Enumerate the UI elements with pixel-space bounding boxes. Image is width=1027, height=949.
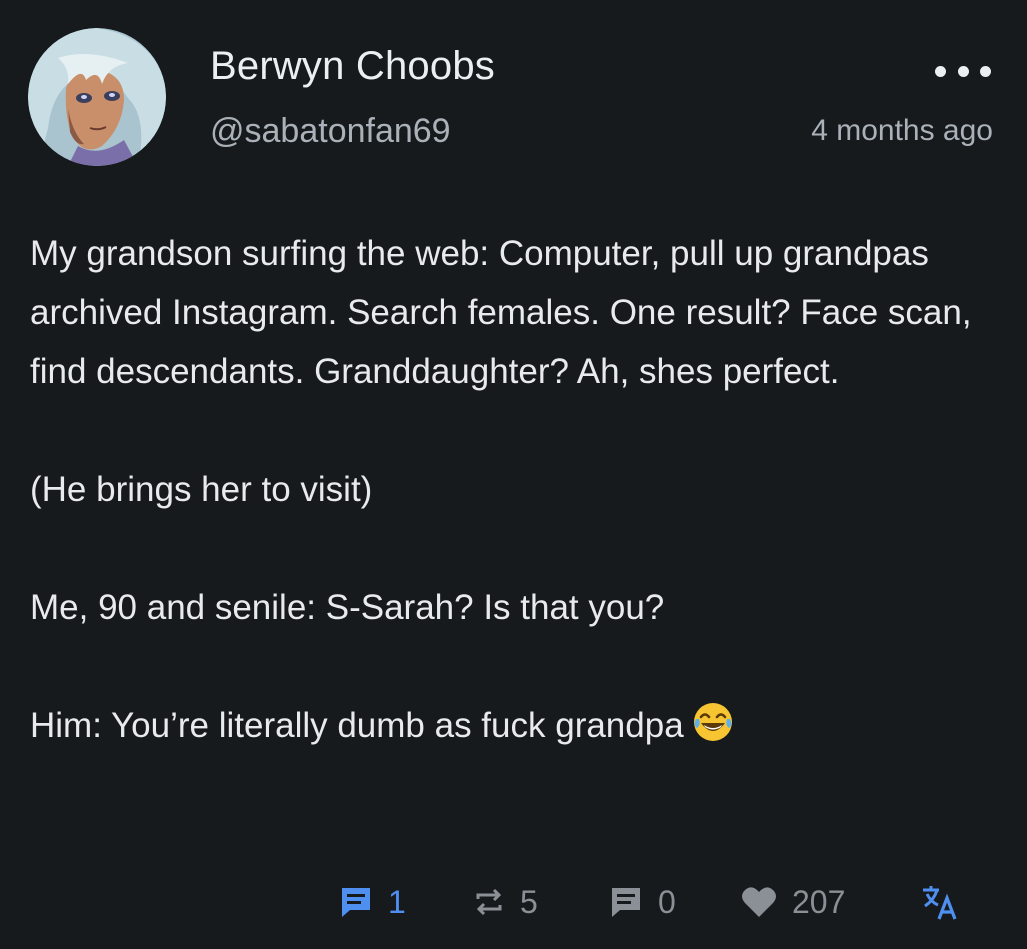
like-button[interactable]: 207 bbox=[740, 878, 845, 926]
quote-count: 0 bbox=[658, 883, 676, 920]
more-horizontal-icon bbox=[935, 65, 946, 77]
message-icon bbox=[612, 888, 640, 917]
post-body: My grandson surfing the web: Computer, p… bbox=[30, 224, 1000, 761]
post-paragraph: (He brings her to visit) bbox=[30, 470, 373, 509]
translate-button[interactable] bbox=[920, 878, 960, 926]
author-handle[interactable]: @sabatonfan69 bbox=[210, 112, 451, 151]
post-paragraph-last: Him: You’re literally dumb as fuck grand… bbox=[30, 696, 1000, 761]
post-paragraph-text: Him: You’re literally dumb as fuck grand… bbox=[30, 706, 684, 745]
post-paragraph: Me, 90 and senile: S-Sarah? Is that you? bbox=[30, 588, 665, 627]
author-avatar[interactable] bbox=[28, 28, 166, 166]
repeat-icon bbox=[476, 888, 502, 916]
reply-count: 1 bbox=[388, 883, 406, 920]
reply-button[interactable]: 1 bbox=[338, 878, 406, 926]
comment-icon bbox=[342, 888, 370, 917]
post-actions-bar: 1 5 0 207 bbox=[0, 878, 1027, 926]
boost-button[interactable]: 5 bbox=[472, 878, 538, 926]
post-paragraph: My grandson surfing the web: Computer, p… bbox=[30, 234, 972, 391]
boost-count: 5 bbox=[520, 883, 538, 920]
like-count: 207 bbox=[792, 883, 846, 920]
post-timestamp[interactable]: 4 months ago bbox=[811, 114, 993, 148]
author-display-name[interactable]: Berwyn Choobs bbox=[210, 44, 495, 89]
anime-character-avatar-icon bbox=[28, 28, 166, 166]
translate-icon bbox=[923, 886, 957, 920]
heart-icon bbox=[742, 887, 776, 917]
face-with-tears-of-joy-icon bbox=[692, 701, 734, 761]
quote-button[interactable]: 0 bbox=[608, 878, 676, 926]
post-card: Berwyn Choobs @sabatonfan69 4 months ago… bbox=[0, 0, 1027, 949]
more-options-button[interactable] bbox=[935, 58, 991, 84]
